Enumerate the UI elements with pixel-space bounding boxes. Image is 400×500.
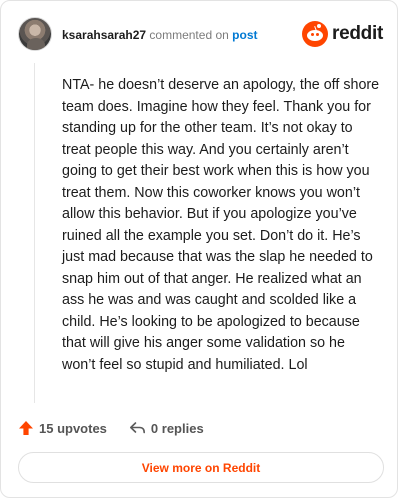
username-link[interactable]: ksarahsarah27: [62, 28, 146, 42]
upvote-button[interactable]: 15 upvotes: [18, 420, 107, 436]
reddit-logo[interactable]: reddit: [302, 19, 383, 49]
view-more-label: View more on Reddit: [141, 460, 261, 475]
reply-count: 0 replies: [150, 420, 204, 436]
post-link[interactable]: post: [232, 28, 257, 42]
upvote-arrow-icon: [19, 421, 33, 435]
comment-embed-card: ksarahsarah27 commented on post reddit N…: [0, 0, 398, 498]
comment-body: NTA- he doesn’t deserve an apology, the …: [62, 77, 380, 373]
upvote-count: 15 upvotes: [39, 420, 107, 436]
view-more-button[interactable]: View more on Reddit: [18, 452, 384, 483]
reply-button[interactable]: 0 replies: [129, 420, 204, 436]
reply-arrow-icon: [129, 422, 145, 434]
user-avatar[interactable]: [18, 17, 52, 51]
comment-actions: 15 upvotes 0 replies: [18, 417, 204, 439]
commented-on-text: commented on: [149, 28, 229, 42]
comment-meta: ksarahsarah27 commented on post: [62, 28, 258, 42]
thread-line: [34, 63, 35, 403]
reddit-wordmark: reddit: [332, 23, 383, 44]
reddit-snoo-icon: [302, 21, 329, 47]
comment-header: ksarahsarah27 commented on post reddit: [18, 17, 383, 53]
